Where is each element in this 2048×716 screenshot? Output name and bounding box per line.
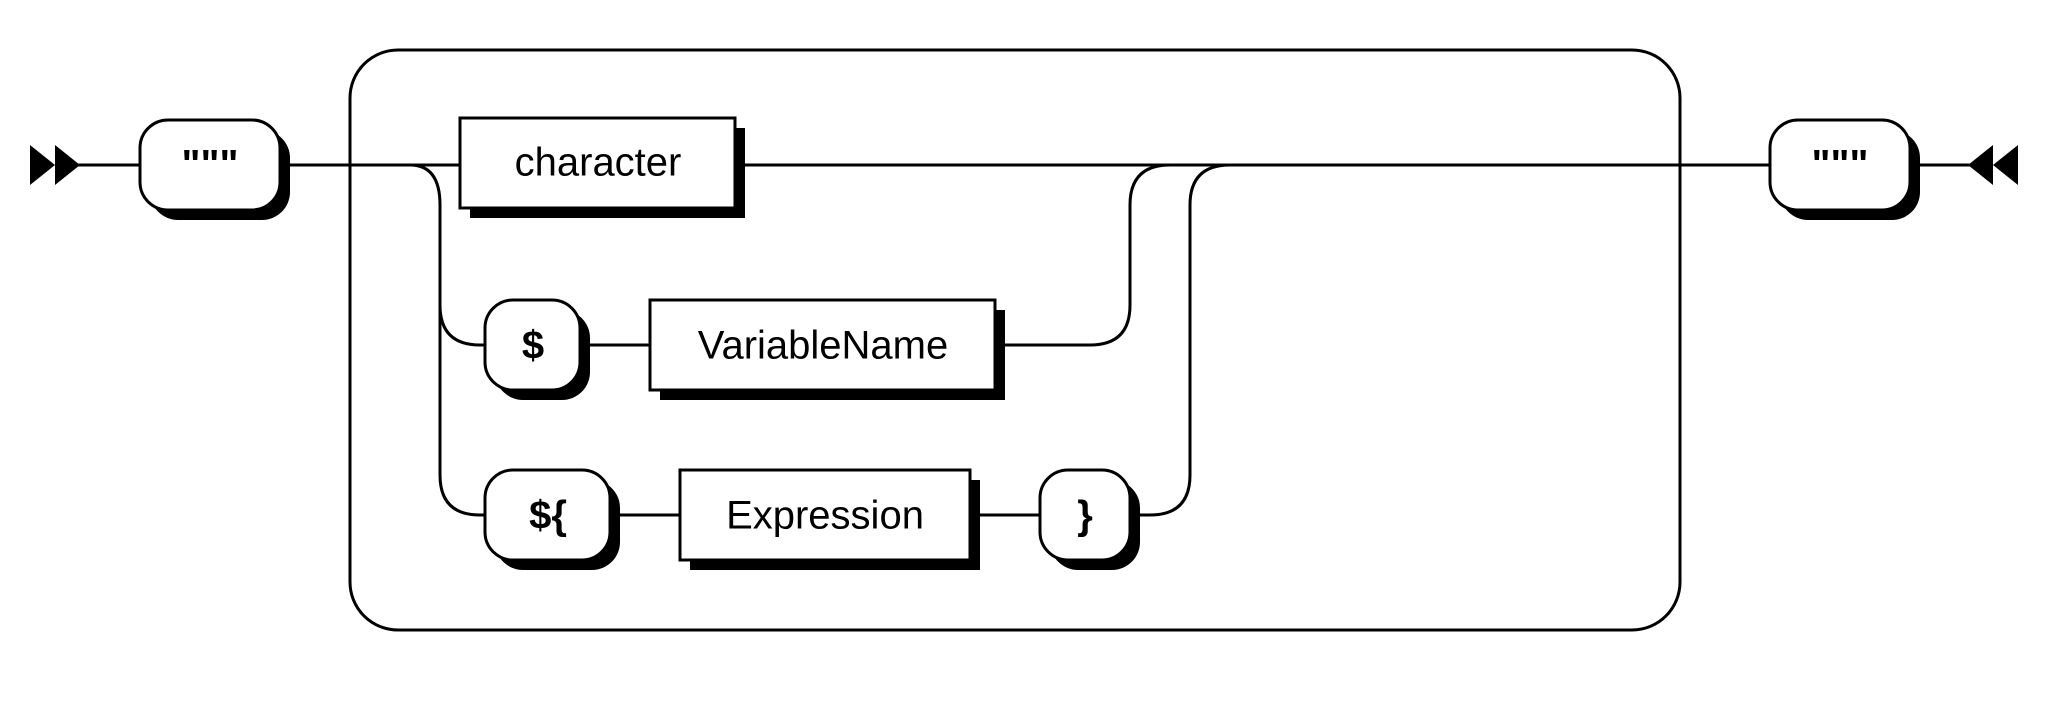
nonterminal-expression: Expression xyxy=(680,470,980,570)
alt-character: character xyxy=(460,118,745,218)
variablename-label: VariableName xyxy=(698,324,949,368)
terminal-dollar: $ xyxy=(485,300,590,400)
character-label: character xyxy=(515,141,682,185)
nonterminal-variablename: VariableName xyxy=(650,300,1005,400)
start-terminal-label: """ xyxy=(182,143,239,187)
terminal-dollar-brace: ${ xyxy=(485,470,620,570)
dollar-brace-label: ${ xyxy=(529,494,567,538)
start-marker xyxy=(30,145,80,185)
start-terminal: """ xyxy=(140,120,290,220)
terminal-close-brace: } xyxy=(1040,470,1140,570)
end-terminal: """ xyxy=(1770,120,1920,220)
expression-label: Expression xyxy=(726,494,924,538)
close-brace-label: } xyxy=(1077,494,1093,538)
railroad-diagram: """ character """ $ VariableName xyxy=(0,0,2048,716)
end-marker xyxy=(1968,145,2018,185)
end-terminal-label: """ xyxy=(1812,143,1869,187)
dollar-label: $ xyxy=(522,324,544,368)
